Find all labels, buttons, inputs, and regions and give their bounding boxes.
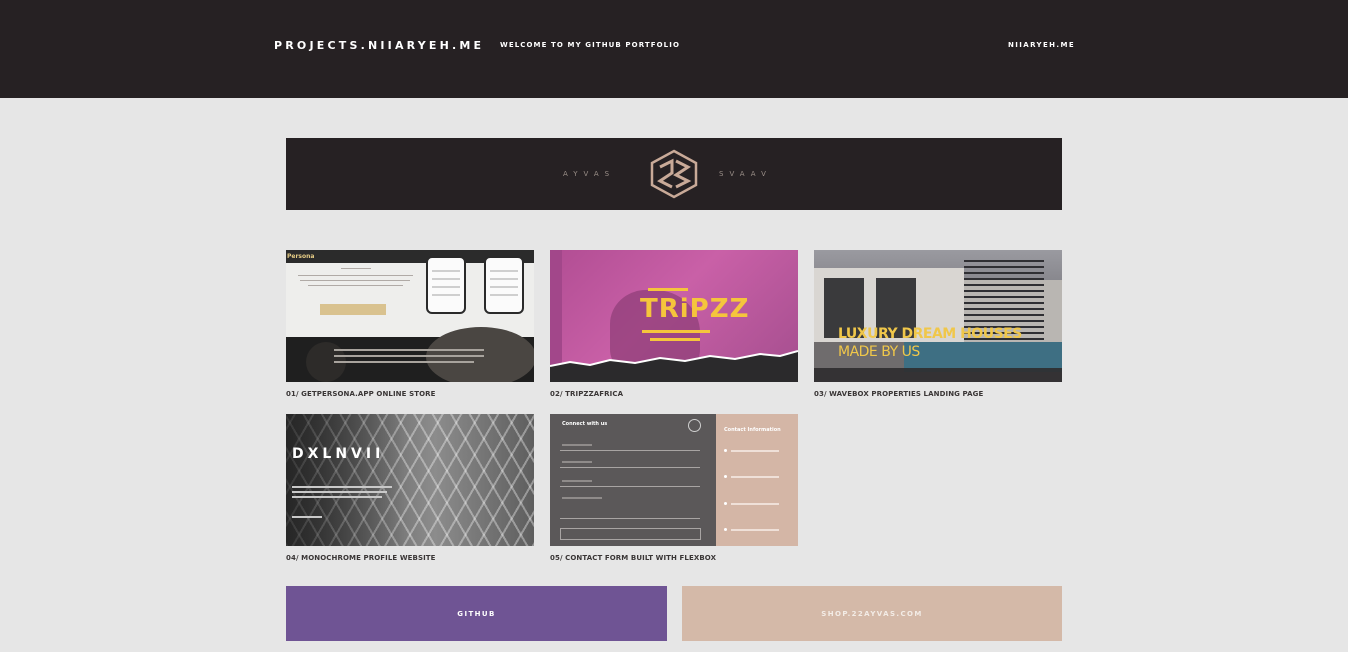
site-brand-link[interactable]: PROJECTS.NIIARYEH.ME xyxy=(274,39,484,52)
project-caption-monochrome: 04/ MONOCHROME PROFILE WEBSITE xyxy=(286,554,436,562)
contact-emblem-icon xyxy=(688,419,701,432)
github-button[interactable]: GITHUB xyxy=(286,586,667,641)
tripzz-logo-text: TRiPZZ xyxy=(640,294,750,324)
header-tagline: WELCOME TO MY GITHUB PORTFOLIO xyxy=(500,41,680,49)
brand-banner: AYVAS SVAAV xyxy=(286,138,1062,210)
top-header: PROJECTS.NIIARYEH.ME WELCOME TO MY GITHU… xyxy=(0,0,1348,98)
project-caption-wavebox: 03/ WAVEBOX PROPERTIES LANDING PAGE xyxy=(814,390,984,398)
contact-form-title: Connect with us xyxy=(562,421,608,427)
tripzz-torn-edge xyxy=(550,350,798,382)
niiaryeh-site-link[interactable]: NIIARYEH.ME xyxy=(1008,41,1075,49)
project-card-persona[interactable]: Persona xyxy=(286,250,534,382)
persona-thumb-bottom xyxy=(286,327,534,382)
persona-phone-mockup xyxy=(426,256,466,314)
banner-word-right: SVAAV xyxy=(719,170,772,178)
project-card-monochrome[interactable]: DXLNVII xyxy=(286,414,534,546)
persona-text-line xyxy=(341,268,371,269)
project-caption-tripzz: 02/ TRIPZZAFRICA xyxy=(550,390,624,398)
persona-logo: Persona xyxy=(287,253,315,260)
contact-info-panel xyxy=(716,414,798,546)
project-caption-persona: 01/ GETPERSONA.APP ONLINE STORE xyxy=(286,390,436,398)
persona-text-line xyxy=(298,275,413,276)
project-card-wavebox[interactable]: LUXURY DREAM HOUSES MADE BY US xyxy=(814,250,1062,382)
contact-submit-box xyxy=(560,528,701,540)
wavebox-headline: LUXURY DREAM HOUSES xyxy=(838,326,1022,342)
contact-info-title: Contact Information xyxy=(724,427,781,433)
banner-word-left: AYVAS xyxy=(563,170,616,178)
wavebox-subheadline: MADE BY US xyxy=(838,344,920,360)
monochrome-name: DXLNVII xyxy=(292,446,385,462)
persona-phone-mockup xyxy=(484,256,524,314)
shop-button[interactable]: SHOP.22AYVAS.COM xyxy=(682,586,1062,641)
project-caption-contact-form: 05/ CONTACT FORM BUILT WITH FLEXBOX xyxy=(550,554,717,562)
22ayvas-monogram-icon xyxy=(650,149,698,199)
persona-text-line xyxy=(300,280,410,281)
persona-text-line xyxy=(308,285,403,286)
project-card-contact-form[interactable]: Connect with us Contact Information xyxy=(550,414,798,546)
persona-cta-button xyxy=(320,304,386,315)
project-card-tripzz[interactable]: TRiPZZ xyxy=(550,250,798,382)
